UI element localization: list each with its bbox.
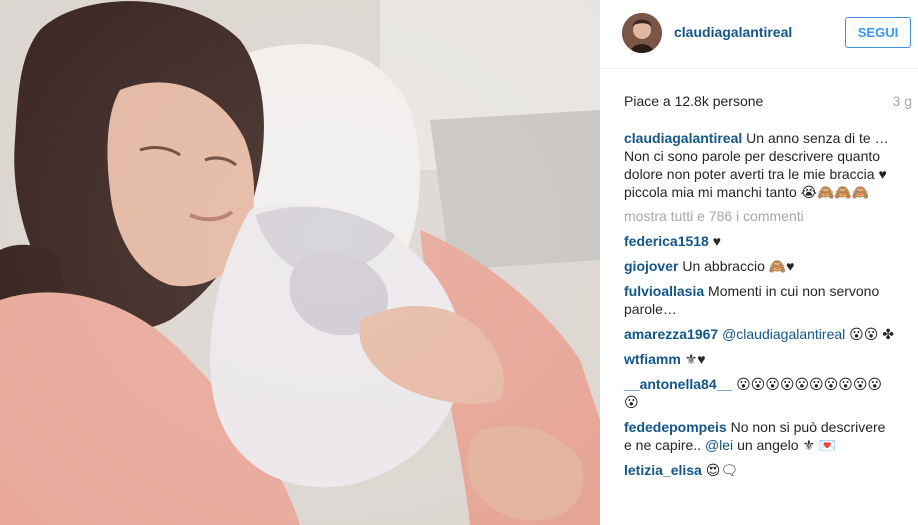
comment-text-continued: un angelo ⚜ 💌 — [737, 437, 837, 453]
comment-username[interactable]: wtfiamm — [624, 351, 681, 367]
comment-username[interactable]: fededepompeis — [624, 419, 727, 435]
caption: claudiagalantireal Un anno senza di te …… — [624, 129, 896, 201]
comment-username[interactable]: fulvioallasia — [624, 283, 704, 299]
comment-text: Un abbraccio 🙈♥ — [682, 258, 795, 274]
post-photo[interactable] — [0, 0, 600, 525]
post-time[interactable]: 3 g — [893, 93, 912, 109]
comment-item: letizia_elisa 😍🗨 — [624, 461, 896, 479]
post-username[interactable]: claudiagalantireal — [674, 24, 792, 40]
comment-username[interactable]: federica1518 — [624, 233, 709, 249]
comment-username[interactable]: letizia_elisa — [624, 462, 702, 478]
likes-count[interactable]: Piace a 12.8k persone — [624, 93, 763, 109]
comment-text: 😮😮 ✤ — [849, 326, 894, 342]
comment-username[interactable]: __antonella84__ — [624, 376, 732, 392]
comments-list: claudiagalantireal Un anno senza di te …… — [624, 129, 896, 486]
avatar-image — [622, 13, 662, 53]
comment-item: fededepompeis No non si può descrivere e… — [624, 418, 896, 454]
post-side-panel: claudiagalantireal SEGUI Piace a 12.8k p… — [600, 0, 918, 525]
comment-item: __antonella84__ 😮😮😮😮😮😮😮😮😮😮😮 — [624, 375, 896, 411]
comment-mention[interactable]: @claudiagalantireal — [722, 326, 845, 342]
view-all-comments-link[interactable]: mostra tutti e 786 i commenti — [624, 207, 896, 225]
comment-mention[interactable]: @lei — [705, 437, 733, 453]
comment-text: ♥ — [712, 233, 722, 249]
comment-item: fulvioallasia Momenti in cui non servono… — [624, 282, 896, 318]
comment-item: amarezza1967 @claudiagalantireal 😮😮 ✤ — [624, 325, 896, 343]
comment-username[interactable]: giojover — [624, 258, 678, 274]
likes-row: Piace a 12.8k persone 3 g — [624, 93, 912, 109]
follow-button[interactable]: SEGUI — [845, 17, 911, 48]
comment-item: federica1518 ♥ — [624, 232, 896, 250]
comment-item: wtfiamm ⚜♥ — [624, 350, 896, 368]
comment-username[interactable]: amarezza1967 — [624, 326, 718, 342]
caption-username[interactable]: claudiagalantireal — [624, 130, 742, 146]
post-photo-illustration — [0, 0, 600, 525]
comment-text: 😍🗨 — [705, 462, 739, 478]
comment-text: ⚜♥ — [684, 351, 706, 367]
post-header: claudiagalantireal SEGUI — [600, 0, 918, 69]
avatar[interactable] — [622, 13, 662, 53]
comment-item: giojover Un abbraccio 🙈♥ — [624, 257, 896, 275]
